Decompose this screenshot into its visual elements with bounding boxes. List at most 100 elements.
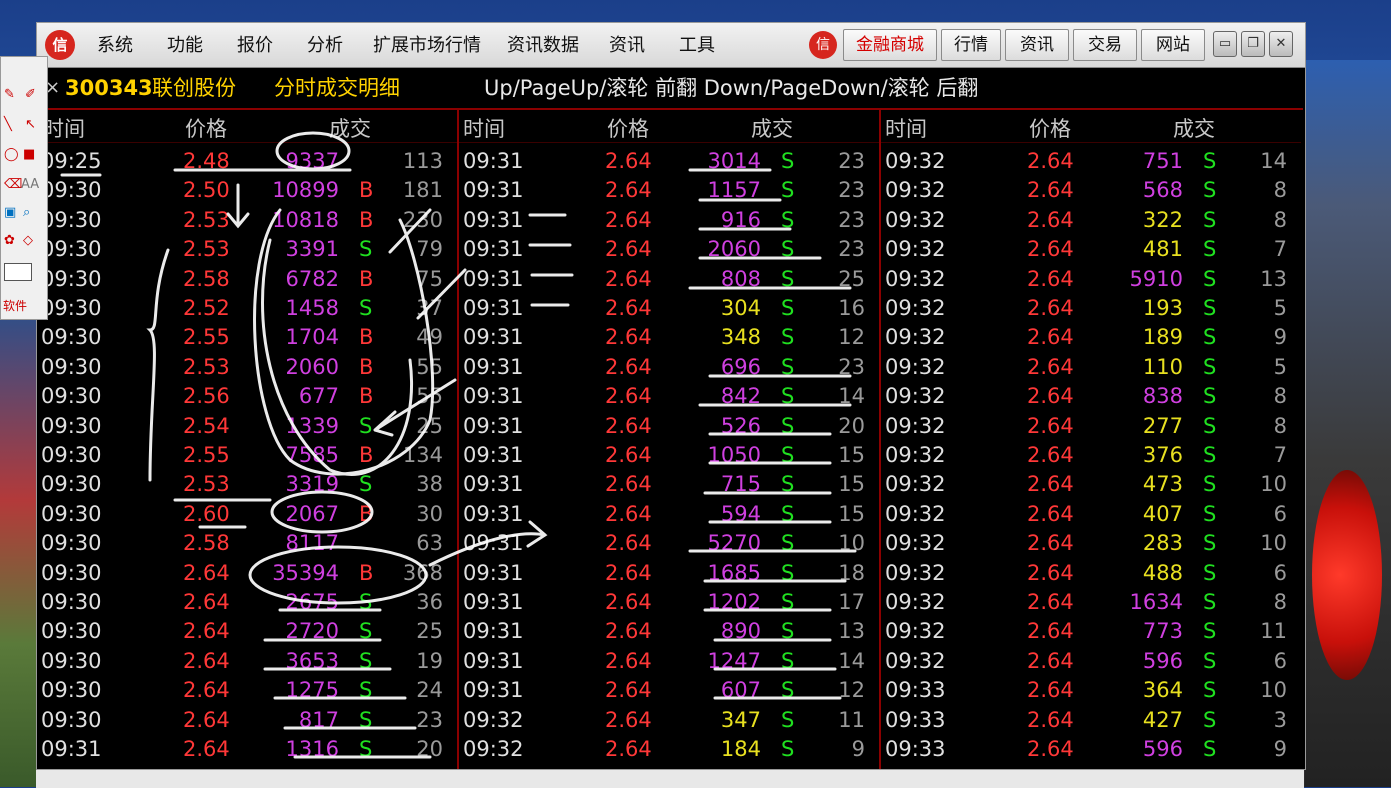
tick-direction: S [1203,325,1217,350]
tick-direction: B [359,325,374,350]
tick-row: 09:32 2.64 110 S 5 [881,354,1301,383]
tick-time: 09:32 [885,237,946,262]
tick-direction: S [781,237,795,262]
eraser-icon[interactable]: ⌫ [4,177,22,192]
tick-volume: 473 [1142,472,1183,497]
tick-count: 3 [1273,707,1287,732]
tick-count: 23 [416,707,443,732]
close-icon[interactable]: ✕ [1269,31,1293,57]
tick-time: 09:30 [41,354,102,379]
tick-direction: S [1203,737,1217,761]
tick-volume: 364 [1142,678,1183,703]
tick-row: 09:31 2.64 842 S 14 [459,383,879,412]
website-button[interactable]: 网站 [1141,29,1205,61]
tick-volume: 35394 [272,560,339,585]
tick-direction: S [781,296,795,320]
menu-function[interactable]: 功能 [167,23,203,67]
tick-price: 2.64 [1027,590,1074,614]
pen-icon[interactable]: ✎ [4,87,15,102]
menu-info[interactable]: 资讯 [609,23,645,67]
tick-price: 2.64 [605,648,652,673]
menu-system[interactable]: 系统 [97,23,133,67]
info-button[interactable]: 资讯 [1005,29,1069,61]
tick-row: 09:31 2.64 1685 S 18 [459,560,879,589]
tick-volume: 596 [1142,648,1183,673]
tick-count: 12 [838,678,865,703]
header-deal: 成交 [1173,117,1215,141]
tick-direction: S [1203,443,1217,467]
tick-row: 09:30 2.64 2675 S 36 [37,589,457,618]
header-price: 价格 [1029,117,1071,141]
tick-volume: 193 [1142,296,1183,320]
tick-row: 09:32 2.64 347 S 11 [459,707,879,736]
menu-extended-market[interactable]: 扩展市场行情 [373,23,481,67]
trade-button[interactable]: 交易 [1073,29,1137,61]
ellipse-icon[interactable]: ◯ [4,147,19,162]
color-picker[interactable] [4,263,32,281]
tick-price: 2.64 [1027,678,1074,703]
minimize-icon[interactable]: ▭ [1213,31,1237,57]
diamond-icon[interactable]: ◇ [23,233,33,248]
tick-count: 8 [1273,178,1287,203]
arrow-icon[interactable]: ↖ [25,117,36,132]
menu-tools[interactable]: 工具 [679,23,715,67]
tick-volume: 7585 [285,443,339,467]
tick-direction: S [781,590,795,614]
tick-time: 09:32 [885,266,946,291]
tick-count: 12 [838,325,865,350]
tick-price: 2.64 [605,237,652,262]
tick-direction: S [1203,501,1217,526]
column-header: 时间 价格 成交 [881,110,1301,143]
zoom-icon[interactable]: ⌕ [23,205,30,220]
tick-direction: S [781,619,795,644]
menu-analysis[interactable]: 分析 [307,23,343,67]
tick-count: 9 [1273,325,1287,350]
tick-direction: S [359,707,373,732]
tick-price: 2.64 [183,707,230,732]
menu-info-data[interactable]: 资讯数据 [507,23,579,67]
tick-time: 09:31 [463,472,524,497]
tick-count: 15 [838,443,865,467]
rectangle-icon[interactable]: ■ [23,147,35,162]
tick-price: 2.64 [183,590,230,614]
tick-direction: S [781,472,795,497]
tick-price: 2.64 [1027,737,1074,761]
restore-icon[interactable]: ❐ [1241,31,1265,57]
tick-row: 09:30 2.53 3391 S 79 [37,236,457,265]
tick-price: 2.64 [605,296,652,320]
tick-count: 15 [838,501,865,526]
menu-quote[interactable]: 报价 [237,23,273,67]
tick-price: 2.58 [183,531,230,556]
tick-volume: 594 [720,501,761,526]
line-icon[interactable]: ╲ [4,117,12,132]
mall-button[interactable]: 金融商城 [843,29,937,61]
tick-price: 2.64 [605,384,652,409]
marker-icon[interactable]: ✐ [25,87,36,102]
tick-time: 09:32 [463,707,524,732]
tick-count: 230 [402,207,443,232]
tick-direction: S [1203,472,1217,497]
tick-volume: 8117 [285,531,339,556]
text-icon[interactable]: AA [21,177,39,192]
tick-row: 09:33 2.64 596 S 9 [881,736,1301,765]
palette-icon[interactable]: ✿ [4,233,15,248]
tick-row: 09:30 2.53 2060 B 55 [37,354,457,383]
tick-time: 09:31 [463,354,524,379]
tick-volume: 3391 [285,237,339,262]
tick-row: 09:31 2.64 1157 S 23 [459,177,879,206]
tick-count: 5 [1273,296,1287,320]
tick-row: 09:32 2.64 481 S 7 [881,236,1301,265]
ticks-column-2: 时间 价格 成交 09:31 2.64 3014 S 23 09:31 2.64 1157 S 2… [459,110,881,769]
tick-row: 09:31 2.64 3014 S 23 [459,148,879,177]
tick-count: 9 [851,737,865,761]
tick-row: 09:32 2.64 189 S 9 [881,324,1301,353]
tick-volume: 607 [720,678,761,703]
tick-time: 09:32 [885,325,946,350]
tick-price: 2.64 [605,325,652,350]
quote-button[interactable]: 行情 [941,29,1001,61]
view-title: 分时成交明细 [274,76,400,100]
tick-volume: 427 [1142,707,1183,732]
tick-volume: 2720 [285,619,339,644]
screen-icon[interactable]: ▣ [4,205,16,220]
tick-volume: 677 [298,384,339,409]
